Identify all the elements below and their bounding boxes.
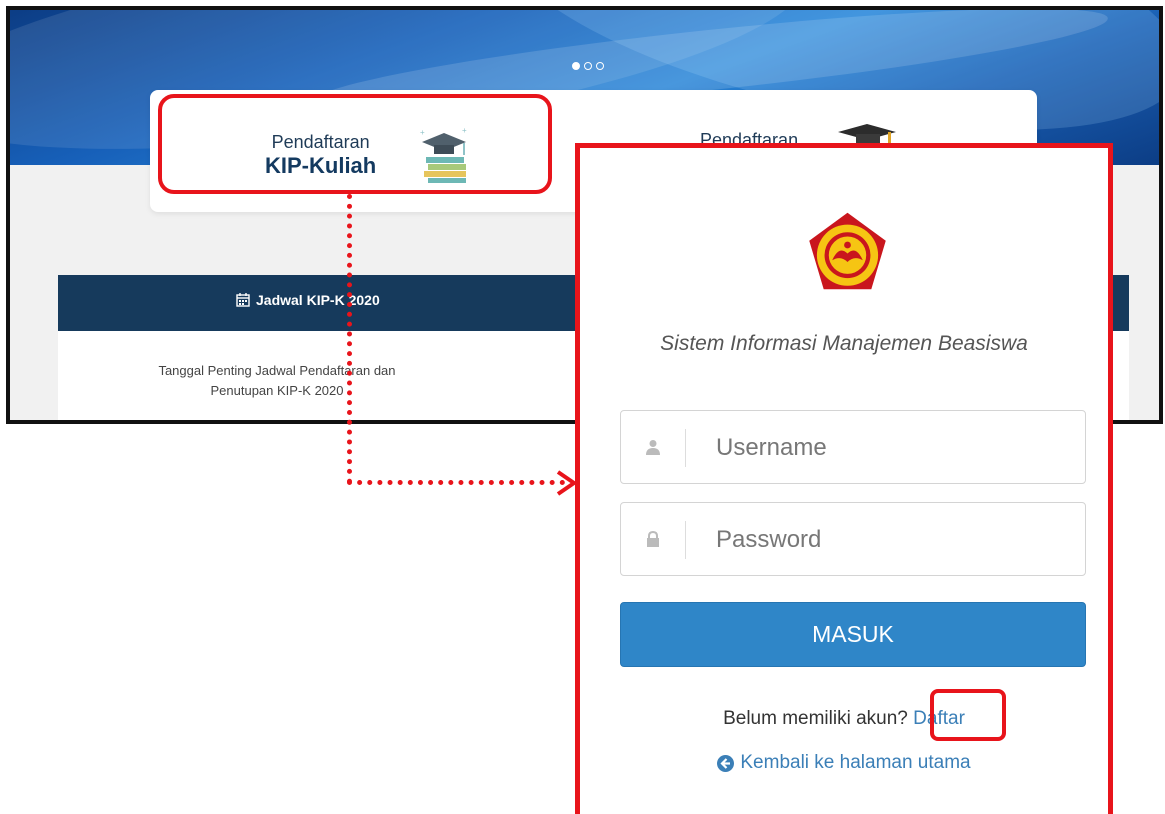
connector-line-vertical (347, 194, 352, 484)
login-panel: Sistem Informasi Manajemen Beasiswa MASU… (575, 143, 1113, 814)
jadwal-title: Jadwal KIP-K 2020 (256, 292, 380, 308)
connector-line-horizontal (347, 480, 565, 485)
highlight-kip-kuliah (158, 94, 552, 194)
highlight-daftar (930, 689, 1006, 741)
back-home-link[interactable]: Kembali ke halaman utama (580, 752, 1108, 774)
login-button[interactable]: MASUK (620, 602, 1086, 667)
carousel-indicators (572, 62, 604, 70)
jadwal-description: Tanggal Penting Jadwal Pendaftaran dan P… (158, 363, 396, 398)
carousel-dot-2[interactable] (584, 62, 592, 70)
app-title: Sistem Informasi Manajemen Beasiswa (660, 332, 1028, 355)
user-icon (646, 440, 660, 455)
password-field (620, 502, 1086, 577)
lock-icon (647, 531, 659, 547)
signup-prompt: Belum memiliki akun? (723, 708, 908, 729)
signup-prompt-line: Belum memiliki akun? Daftar (580, 708, 1108, 730)
calendar-icon (236, 293, 250, 307)
username-field (620, 410, 1086, 485)
carousel-dot-1[interactable] (572, 62, 580, 70)
arrow-left-circle-icon (717, 754, 735, 772)
university-logo (809, 212, 886, 290)
back-home-label: Kembali ke halaman utama (740, 752, 971, 773)
username-input[interactable] (714, 411, 1078, 485)
password-input[interactable] (714, 503, 1078, 577)
carousel-dot-3[interactable] (596, 62, 604, 70)
